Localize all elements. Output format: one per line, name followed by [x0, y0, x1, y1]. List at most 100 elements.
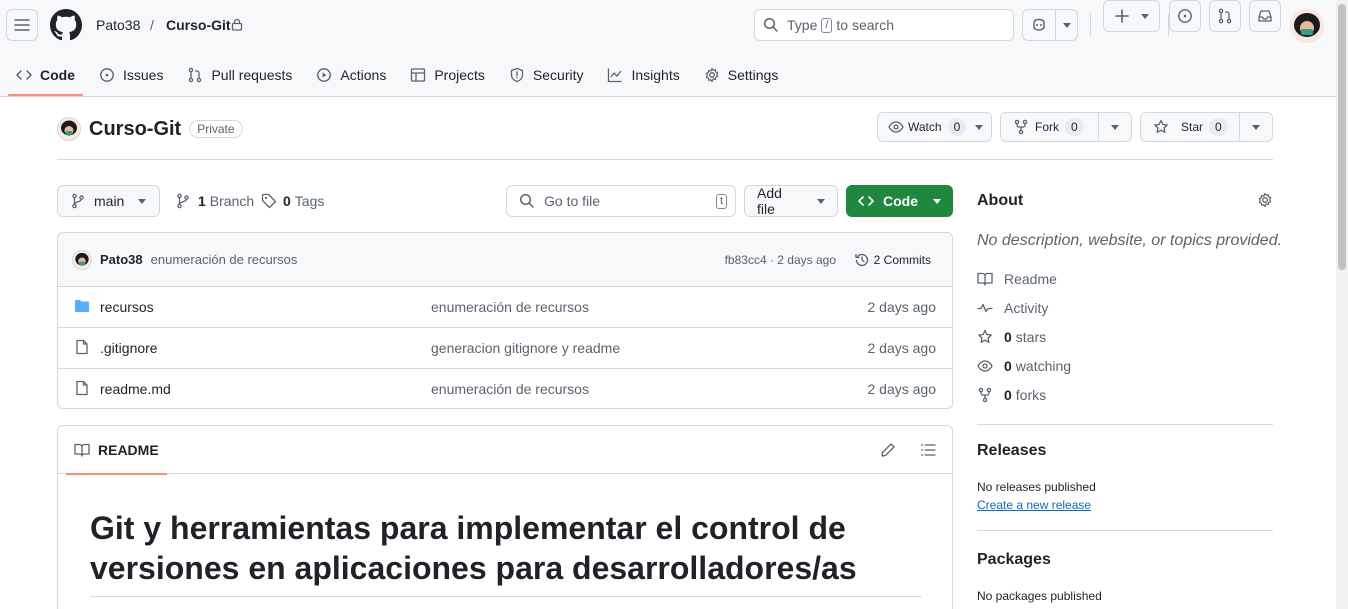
- sidebar-divider: [977, 424, 1273, 425]
- fork-count: 0: [1065, 118, 1084, 136]
- watch-button[interactable]: Watch 0: [877, 112, 992, 142]
- readme-link-label: Readme: [1004, 271, 1057, 287]
- gear-icon[interactable]: [1257, 192, 1273, 208]
- file-date: 2 days ago: [867, 381, 937, 397]
- tab-label: Security: [532, 66, 584, 83]
- packages-title[interactable]: Packages: [977, 551, 1051, 569]
- scrollbar-thumb[interactable]: [1338, 4, 1346, 270]
- branch-count: 1: [198, 193, 206, 209]
- star-button[interactable]: Star 0: [1140, 112, 1273, 142]
- create-new-button[interactable]: [1103, 0, 1160, 32]
- branch-selector[interactable]: main: [57, 185, 160, 217]
- fork-button[interactable]: Fork 0: [1000, 112, 1132, 142]
- file-commit-message[interactable]: enumeración de recursos: [431, 299, 589, 315]
- branches-link[interactable]: 1 Branch: [175, 192, 254, 210]
- tab-issues[interactable]: Issues: [91, 56, 171, 93]
- tab-insights[interactable]: Insights: [599, 56, 687, 93]
- file-commit-message[interactable]: generacion gitignore y readme: [431, 340, 620, 356]
- watch-label: Watch: [908, 120, 942, 134]
- stars-link[interactable]: 0 stars: [977, 327, 1046, 347]
- commit-hash-time[interactable]: fb83cc4 · 2 days ago: [725, 253, 836, 267]
- commits-count: 2 Commits: [873, 252, 931, 267]
- caret-down-icon: [138, 198, 147, 204]
- tab-projects[interactable]: Projects: [402, 56, 493, 93]
- user-avatar[interactable]: [1290, 9, 1324, 43]
- file-name[interactable]: .gitignore: [100, 340, 158, 356]
- file-row[interactable]: recursos enumeración de recursos 2 days …: [58, 287, 952, 328]
- github-mark-icon: [50, 9, 82, 41]
- tab-security[interactable]: Security: [501, 56, 592, 93]
- file-name[interactable]: recursos: [100, 299, 154, 315]
- watching-link[interactable]: 0 watching: [977, 356, 1071, 376]
- history-icon: [855, 253, 868, 266]
- file-row[interactable]: .gitignore generacion gitignore y readme…: [58, 328, 952, 369]
- table-icon: [411, 67, 426, 82]
- fork-dropdown[interactable]: [1099, 113, 1131, 141]
- tags-link[interactable]: 0 Tags: [261, 192, 324, 210]
- inbox-button[interactable]: [1249, 0, 1281, 32]
- global-search-input[interactable]: Type / to search: [754, 9, 1014, 41]
- file-row[interactable]: readme.md enumeración de recursos 2 days…: [58, 369, 952, 408]
- tab-pull-requests[interactable]: Pull requests: [179, 56, 300, 93]
- page-scrollbar[interactable]: [1336, 0, 1348, 609]
- search-placeholder-suffix: to search: [836, 17, 895, 33]
- readme-panel: README Git y herramientas para implement…: [57, 425, 953, 609]
- readme-tab[interactable]: README: [66, 426, 167, 475]
- tab-code[interactable]: Code: [8, 56, 83, 96]
- list-outline-icon[interactable]: [920, 442, 936, 458]
- forks-link[interactable]: 0 forks: [977, 385, 1046, 405]
- releases-title[interactable]: Releases: [977, 442, 1046, 460]
- add-file-button[interactable]: Add file: [744, 185, 838, 217]
- readme-link[interactable]: Readme: [977, 269, 1057, 289]
- book-icon: [74, 443, 90, 457]
- author-avatar-icon[interactable]: [72, 249, 92, 270]
- releases-empty: No releases published: [977, 480, 1096, 494]
- file-name[interactable]: readme.md: [100, 381, 171, 397]
- activity-link[interactable]: Activity: [977, 298, 1048, 318]
- copilot-button[interactable]: [1023, 10, 1055, 40]
- caret-down-icon: [1140, 13, 1149, 19]
- watching-label: watching: [1015, 358, 1072, 374]
- copilot-menu[interactable]: [1022, 9, 1078, 41]
- breadcrumb-owner[interactable]: Pato38: [96, 17, 140, 33]
- star-dropdown[interactable]: [1240, 113, 1272, 141]
- star-icon: [1154, 119, 1168, 133]
- lock-icon: [231, 18, 243, 31]
- code-button[interactable]: Code: [846, 185, 953, 217]
- readme-header: README: [58, 426, 952, 475]
- folder-icon: [75, 300, 89, 312]
- github-logo[interactable]: [50, 9, 82, 41]
- pull-requests-button[interactable]: [1209, 0, 1241, 32]
- book-icon: [977, 272, 993, 286]
- pencil-icon[interactable]: [880, 442, 896, 458]
- file-commit-message[interactable]: enumeración de recursos: [431, 381, 589, 397]
- stars-count: 0: [1004, 329, 1012, 345]
- create-release-link[interactable]: Create a new release: [977, 498, 1091, 512]
- commit-author[interactable]: Pato38: [100, 252, 143, 267]
- menu-button[interactable]: [6, 9, 38, 41]
- tab-actions[interactable]: Actions: [308, 56, 394, 93]
- tab-settings[interactable]: Settings: [696, 56, 787, 93]
- about-title: About: [977, 192, 1024, 209]
- commits-link[interactable]: 2 Commits: [854, 252, 931, 268]
- hamburger-icon: [14, 19, 30, 31]
- copilot-dropdown[interactable]: [1056, 10, 1077, 40]
- branch-icon: [72, 193, 84, 209]
- watching-count: 0: [1004, 358, 1012, 374]
- code-icon: [858, 196, 874, 206]
- repo-name[interactable]: Curso-Git: [89, 118, 181, 141]
- tab-label: Projects: [434, 66, 485, 83]
- issues-button[interactable]: [1169, 0, 1201, 32]
- gear-icon: [705, 67, 718, 82]
- go-to-file-input[interactable]: Go to file t: [506, 185, 736, 217]
- star-icon: [978, 329, 992, 343]
- breadcrumb-repo[interactable]: Curso-Git: [166, 17, 231, 33]
- star-label: Star: [1181, 120, 1204, 134]
- fork-label: Fork: [1035, 120, 1059, 134]
- search-shortcut-key: /: [821, 17, 833, 33]
- commit-message[interactable]: enumeración de recursos: [151, 252, 298, 267]
- pull-request-icon: [1218, 8, 1232, 24]
- owner-avatar-icon[interactable]: [57, 117, 81, 141]
- watch-dropdown[interactable]: [967, 113, 991, 141]
- pull-request-icon: [189, 67, 202, 82]
